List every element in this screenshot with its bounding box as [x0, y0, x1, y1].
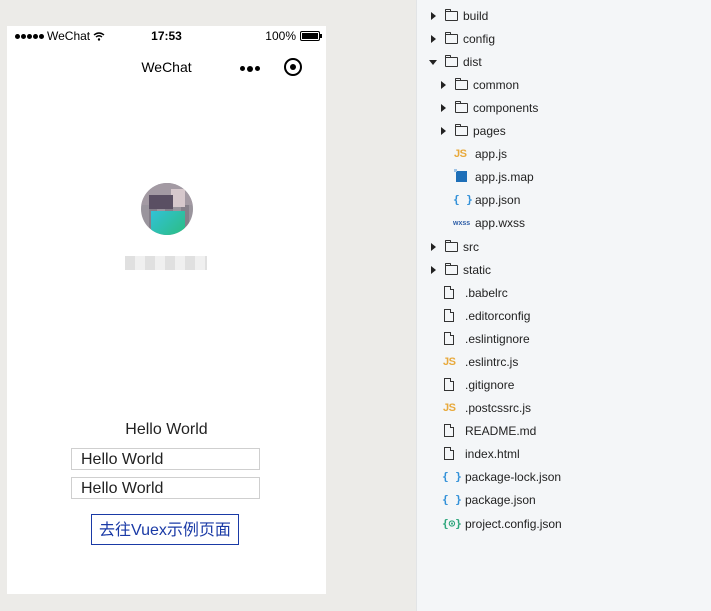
- tree-file-readme[interactable]: README.md: [417, 420, 711, 443]
- tree-file-app-json[interactable]: { } app.json: [417, 189, 711, 212]
- user-nickname: [125, 256, 207, 270]
- wxss-file-icon: wxss: [453, 220, 471, 227]
- folder-icon: [445, 240, 458, 252]
- tree-file-eslintignore[interactable]: .eslintignore: [417, 328, 711, 351]
- expanded-arrow-icon[interactable]: [429, 60, 437, 65]
- tree-folder-src[interactable]: src: [417, 236, 711, 259]
- tree-folder-static[interactable]: static: [417, 259, 711, 282]
- tree-file-eslintrc-js[interactable]: JS .eslintrc.js: [417, 351, 711, 374]
- collapsed-arrow-icon[interactable]: [441, 81, 446, 89]
- project-config-icon: {⊙}: [442, 517, 462, 530]
- nav-title: WeChat: [141, 59, 192, 75]
- tree-file-index-html[interactable]: index.html: [417, 443, 711, 466]
- collapsed-arrow-icon[interactable]: [431, 243, 436, 251]
- js-file-icon: JS: [454, 148, 467, 160]
- map-file-icon: [454, 169, 467, 182]
- folder-icon: [455, 78, 468, 90]
- tree-file-editorconfig[interactable]: .editorconfig: [417, 305, 711, 328]
- json-file-icon: { }: [442, 493, 462, 506]
- json-file-icon: { }: [442, 470, 462, 483]
- file-icon: [444, 447, 454, 460]
- go-vuex-example-button[interactable]: 去往Vuex示例页面: [91, 514, 239, 545]
- tree-file-postcssrc-js[interactable]: JS .postcssrc.js: [417, 397, 711, 420]
- message-input-1[interactable]: Hello World: [71, 448, 260, 470]
- tree-folder-components[interactable]: components: [417, 97, 711, 120]
- collapsed-arrow-icon[interactable]: [431, 35, 436, 43]
- tree-file-package-lock-json[interactable]: { } package-lock.json: [417, 466, 711, 489]
- tree-file-app-js[interactable]: JS app.js: [417, 143, 711, 166]
- hello-text: Hello World: [125, 421, 208, 438]
- tree-folder-config[interactable]: config: [417, 28, 711, 51]
- more-menu-icon[interactable]: [240, 65, 260, 72]
- tree-file-app-js-map[interactable]: app.js.map: [417, 166, 711, 189]
- tree-file-gitignore[interactable]: .gitignore: [417, 374, 711, 397]
- js-file-icon: JS: [443, 356, 456, 368]
- tree-folder-build[interactable]: build: [417, 5, 711, 28]
- file-icon: [444, 378, 454, 391]
- collapsed-arrow-icon[interactable]: [441, 104, 446, 112]
- tree-folder-pages[interactable]: pages: [417, 120, 711, 143]
- tree-file-package-json[interactable]: { } package.json: [417, 489, 711, 512]
- collapsed-arrow-icon[interactable]: [441, 127, 446, 135]
- tree-file-babelrc[interactable]: .babelrc: [417, 282, 711, 305]
- open-folder-icon: [445, 55, 458, 67]
- battery-icon: [300, 31, 322, 41]
- status-bar: WeChat 17:53 100%: [7, 26, 326, 46]
- file-explorer: build config dist common components page…: [416, 0, 711, 611]
- file-icon: [444, 424, 454, 437]
- folder-icon: [455, 101, 468, 113]
- folder-icon: [445, 263, 458, 275]
- folder-icon: [455, 124, 468, 136]
- file-icon: [444, 286, 454, 299]
- status-right: 100%: [265, 29, 322, 43]
- collapsed-arrow-icon[interactable]: [431, 266, 436, 274]
- battery-percent: 100%: [265, 29, 296, 43]
- tree-file-app-wxss[interactable]: wxss app.wxss: [417, 212, 711, 235]
- collapsed-arrow-icon[interactable]: [431, 12, 436, 20]
- file-icon: [444, 332, 454, 345]
- navigation-bar: WeChat: [7, 52, 326, 82]
- tree-file-project-config-json[interactable]: {⊙} project.config.json: [417, 513, 711, 536]
- js-file-icon: JS: [443, 402, 456, 414]
- close-miniprogram-icon[interactable]: [284, 58, 302, 76]
- phone-simulator: WeChat 17:53 100% WeChat Hello World Hel…: [7, 26, 326, 594]
- tree-folder-common[interactable]: common: [417, 74, 711, 97]
- folder-icon: [445, 32, 458, 44]
- file-icon: [444, 309, 454, 322]
- folder-icon: [445, 9, 458, 21]
- avatar: [141, 183, 193, 235]
- message-input-2[interactable]: Hello World: [71, 477, 260, 499]
- tree-folder-dist[interactable]: dist: [417, 51, 711, 74]
- json-file-icon: { }: [453, 193, 473, 206]
